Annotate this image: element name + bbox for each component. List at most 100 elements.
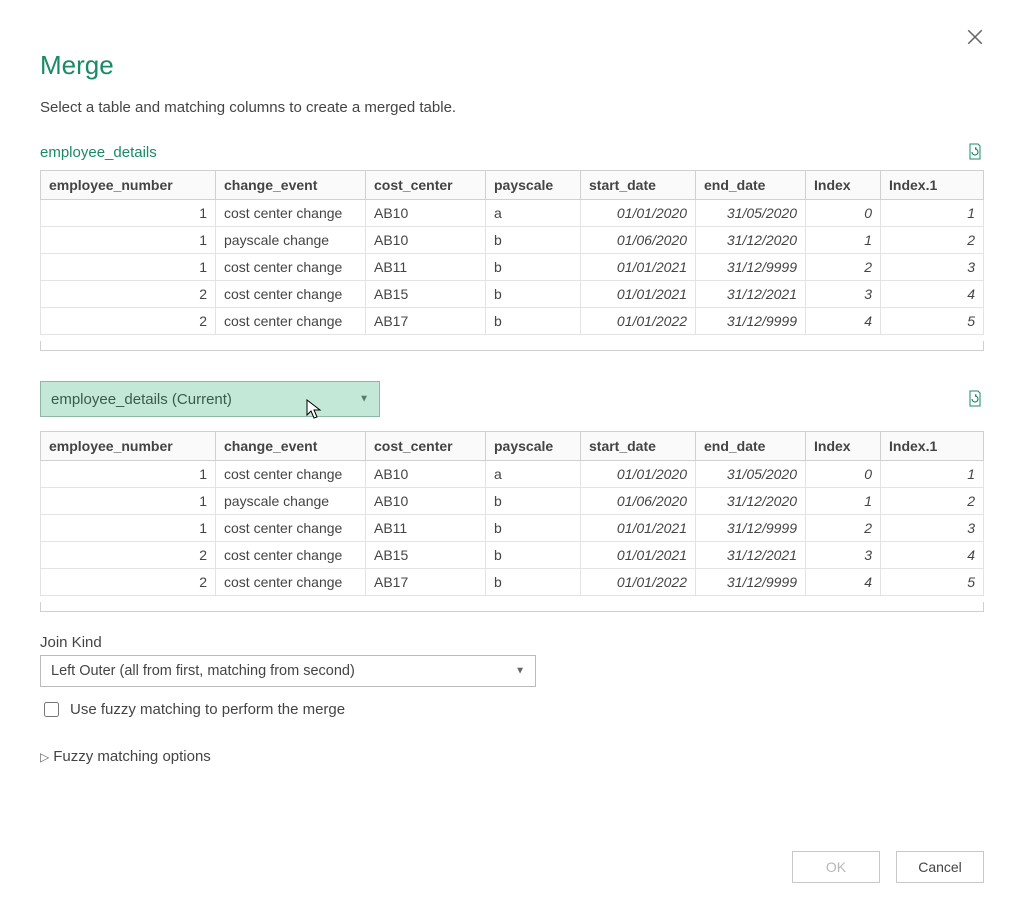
table-cell[interactable]: b bbox=[486, 254, 581, 281]
primary-preview-table[interactable]: employee_numberchange_eventcost_centerpa… bbox=[40, 170, 984, 335]
table-cell[interactable]: cost center change bbox=[216, 281, 366, 308]
column-header[interactable]: end_date bbox=[696, 432, 806, 461]
table-cell[interactable]: 1 bbox=[41, 515, 216, 542]
table-cell[interactable]: 2 bbox=[806, 254, 881, 281]
table-cell[interactable]: 2 bbox=[41, 308, 216, 335]
table-cell[interactable]: AB10 bbox=[366, 488, 486, 515]
table-row[interactable]: 2cost center changeAB15b01/01/202131/12/… bbox=[41, 542, 984, 569]
table-cell[interactable]: 1 bbox=[41, 254, 216, 281]
table-cell[interactable]: cost center change bbox=[216, 569, 366, 596]
table-row[interactable]: 1payscale changeAB10b01/06/202031/12/202… bbox=[41, 227, 984, 254]
table-cell[interactable]: 4 bbox=[881, 281, 984, 308]
table-cell[interactable]: 01/01/2021 bbox=[581, 281, 696, 308]
table-cell[interactable]: b bbox=[486, 569, 581, 596]
table-cell[interactable]: 01/06/2020 bbox=[581, 227, 696, 254]
table-cell[interactable]: 31/12/2021 bbox=[696, 542, 806, 569]
table-cell[interactable]: 0 bbox=[806, 200, 881, 227]
table-cell[interactable]: 1 bbox=[881, 461, 984, 488]
table-cell[interactable]: cost center change bbox=[216, 515, 366, 542]
table-cell[interactable]: 01/01/2021 bbox=[581, 254, 696, 281]
join-kind-dropdown[interactable]: Left Outer (all from first, matching fro… bbox=[40, 655, 536, 687]
table-cell[interactable]: payscale change bbox=[216, 488, 366, 515]
column-header[interactable]: Index bbox=[806, 171, 881, 200]
table-scrollbar[interactable] bbox=[40, 602, 984, 612]
table-cell[interactable]: 01/01/2021 bbox=[581, 542, 696, 569]
table-cell[interactable]: AB11 bbox=[366, 515, 486, 542]
table-cell[interactable]: b bbox=[486, 515, 581, 542]
table-cell[interactable]: 3 bbox=[881, 254, 984, 281]
table-cell[interactable]: 01/01/2022 bbox=[581, 308, 696, 335]
table-row[interactable]: 1cost center changeAB11b01/01/202131/12/… bbox=[41, 515, 984, 542]
table-cell[interactable]: 01/06/2020 bbox=[581, 488, 696, 515]
column-header[interactable]: employee_number bbox=[41, 171, 216, 200]
secondary-table-dropdown[interactable]: employee_details (Current) ▼ bbox=[40, 381, 380, 417]
table-cell[interactable]: 1 bbox=[41, 227, 216, 254]
table-cell[interactable]: 2 bbox=[41, 569, 216, 596]
table-cell[interactable]: 1 bbox=[881, 200, 984, 227]
fuzzy-options-expander[interactable]: ▷ Fuzzy matching options bbox=[40, 748, 984, 765]
table-row[interactable]: 1payscale changeAB10b01/06/202031/12/202… bbox=[41, 488, 984, 515]
table-cell[interactable]: a bbox=[486, 461, 581, 488]
table-cell[interactable]: 1 bbox=[806, 227, 881, 254]
table-cell[interactable]: 2 bbox=[41, 542, 216, 569]
table-cell[interactable]: 01/01/2021 bbox=[581, 515, 696, 542]
column-header[interactable]: Index.1 bbox=[881, 171, 984, 200]
secondary-preview-table[interactable]: employee_numberchange_eventcost_centerpa… bbox=[40, 431, 984, 596]
table-cell[interactable]: 5 bbox=[881, 569, 984, 596]
table-row[interactable]: 1cost center changeAB10a01/01/202031/05/… bbox=[41, 200, 984, 227]
table-cell[interactable]: AB11 bbox=[366, 254, 486, 281]
table-cell[interactable]: 31/12/2020 bbox=[696, 488, 806, 515]
table-cell[interactable]: 01/01/2022 bbox=[581, 569, 696, 596]
column-header[interactable]: end_date bbox=[696, 171, 806, 200]
table-cell[interactable]: b bbox=[486, 542, 581, 569]
table-cell[interactable]: 31/12/9999 bbox=[696, 515, 806, 542]
table-cell[interactable]: 01/01/2020 bbox=[581, 461, 696, 488]
table-cell[interactable]: 1 bbox=[806, 488, 881, 515]
table-cell[interactable]: 1 bbox=[41, 488, 216, 515]
table-cell[interactable]: 5 bbox=[881, 308, 984, 335]
column-header[interactable]: change_event bbox=[216, 432, 366, 461]
column-header[interactable]: payscale bbox=[486, 171, 581, 200]
table-cell[interactable]: b bbox=[486, 308, 581, 335]
table-cell[interactable]: 4 bbox=[806, 569, 881, 596]
table-cell[interactable]: 31/12/2021 bbox=[696, 281, 806, 308]
table-cell[interactable]: cost center change bbox=[216, 254, 366, 281]
table-cell[interactable]: 2 bbox=[806, 515, 881, 542]
table-cell[interactable]: b bbox=[486, 281, 581, 308]
table-scrollbar[interactable] bbox=[40, 341, 984, 351]
table-cell[interactable]: 0 bbox=[806, 461, 881, 488]
table-cell[interactable]: 2 bbox=[881, 488, 984, 515]
close-icon[interactable] bbox=[966, 28, 984, 50]
table-cell[interactable]: 31/12/9999 bbox=[696, 254, 806, 281]
table-row[interactable]: 2cost center changeAB15b01/01/202131/12/… bbox=[41, 281, 984, 308]
table-cell[interactable]: 3 bbox=[881, 515, 984, 542]
fuzzy-matching-checkbox[interactable] bbox=[44, 702, 59, 717]
table-cell[interactable]: cost center change bbox=[216, 308, 366, 335]
refresh-icon[interactable] bbox=[966, 389, 984, 409]
column-header[interactable]: cost_center bbox=[366, 171, 486, 200]
column-header[interactable]: employee_number bbox=[41, 432, 216, 461]
table-cell[interactable]: b bbox=[486, 227, 581, 254]
table-cell[interactable]: 1 bbox=[41, 200, 216, 227]
column-header[interactable]: Index bbox=[806, 432, 881, 461]
table-cell[interactable]: AB10 bbox=[366, 461, 486, 488]
fuzzy-matching-checkbox-row[interactable]: Use fuzzy matching to perform the merge bbox=[40, 699, 984, 720]
table-cell[interactable]: 01/01/2020 bbox=[581, 200, 696, 227]
cancel-button[interactable]: Cancel bbox=[896, 851, 984, 883]
table-cell[interactable]: b bbox=[486, 488, 581, 515]
table-cell[interactable]: payscale change bbox=[216, 227, 366, 254]
table-cell[interactable]: cost center change bbox=[216, 461, 366, 488]
column-header[interactable]: Index.1 bbox=[881, 432, 984, 461]
table-row[interactable]: 1cost center changeAB11b01/01/202131/12/… bbox=[41, 254, 984, 281]
table-cell[interactable]: AB15 bbox=[366, 542, 486, 569]
table-row[interactable]: 1cost center changeAB10a01/01/202031/05/… bbox=[41, 461, 984, 488]
table-cell[interactable]: 4 bbox=[881, 542, 984, 569]
table-cell[interactable]: 31/12/9999 bbox=[696, 569, 806, 596]
column-header[interactable]: cost_center bbox=[366, 432, 486, 461]
table-cell[interactable]: cost center change bbox=[216, 542, 366, 569]
table-cell[interactable]: 3 bbox=[806, 542, 881, 569]
table-cell[interactable]: 31/05/2020 bbox=[696, 200, 806, 227]
table-cell[interactable]: AB17 bbox=[366, 308, 486, 335]
table-cell[interactable]: 3 bbox=[806, 281, 881, 308]
table-cell[interactable]: cost center change bbox=[216, 200, 366, 227]
